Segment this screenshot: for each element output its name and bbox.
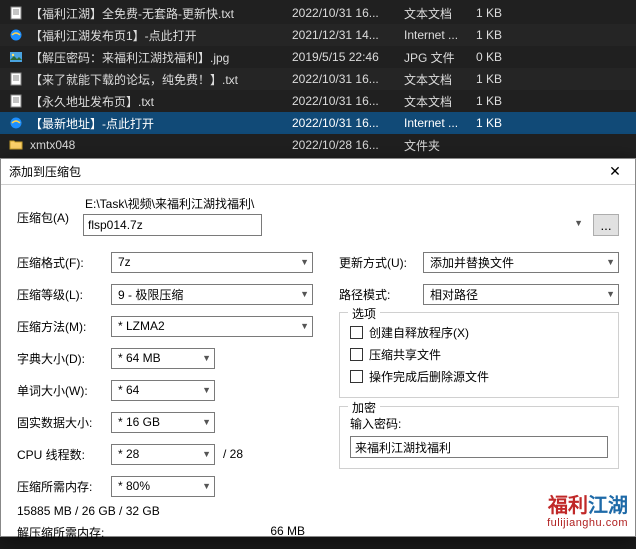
file-row[interactable]: 【福利江湖发布页1】-点此打开2021/12/31 14...Internet … — [0, 24, 636, 46]
encryption-title: 加密 — [348, 399, 380, 416]
level-select[interactable]: 9 - 极限压缩 — [111, 284, 313, 305]
file-name: 【最新地址】-点此打开 — [30, 115, 292, 132]
cpu-select[interactable]: * 28 — [111, 444, 215, 465]
checkbox-icon[interactable] — [350, 348, 363, 361]
file-date: 2022/10/31 16... — [292, 94, 404, 108]
file-list: 【福利江湖】全免费-无套路-更新快.txt2022/10/31 16...文本文… — [0, 0, 636, 158]
solid-label: 固实数据大小: — [17, 414, 111, 431]
file-type: 文本文档 — [404, 71, 476, 88]
txt-icon — [8, 93, 24, 109]
archive-label: 压缩包(A) — [17, 195, 83, 226]
file-date: 2022/10/28 16... — [292, 138, 404, 152]
memneed-select[interactable]: * 80% — [111, 476, 215, 497]
dict-select[interactable]: * 64 MB — [111, 348, 215, 369]
titlebar: 添加到压缩包 ✕ — [1, 159, 635, 185]
pathmode-label: 路径模式: — [339, 286, 423, 303]
memdec-label: 解压缩所需内存: — [17, 524, 104, 541]
file-type: 文本文档 — [404, 93, 476, 110]
file-name: 【永久地址发布页】.txt — [30, 93, 292, 110]
archive-dialog: 添加到压缩包 ✕ 压缩包(A) E:\Task\视频\来福利江湖找福利\ ▼ .… — [0, 158, 636, 537]
file-size: 1 KB — [476, 116, 536, 130]
file-row[interactable]: xmtx0482022/10/28 16...文件夹 — [0, 134, 636, 156]
opt-delete-label: 操作完成后删除源文件 — [369, 368, 489, 385]
watermark: 福利江湖 fulijianghu.com — [547, 495, 628, 529]
file-date: 2019/5/15 22:46 — [292, 50, 404, 64]
file-type: Internet ... — [404, 28, 476, 42]
file-row[interactable]: 【解压密码：来福利江湖找福利】.jpg2019/5/15 22:46JPG 文件… — [0, 46, 636, 68]
file-name: 【来了就能下载的论坛，纯免费！】.txt — [30, 71, 292, 88]
file-row[interactable]: 【福利江湖】全免费-无套路-更新快.txt2022/10/31 16...文本文… — [0, 2, 636, 24]
ie-icon — [8, 115, 24, 131]
options-title: 选项 — [348, 305, 380, 322]
file-name: 【解压密码：来福利江湖找福利】.jpg — [30, 49, 292, 66]
txt-icon — [8, 5, 24, 21]
file-row[interactable]: 【永久地址发布页】.txt2022/10/31 16...文本文档1 KB — [0, 90, 636, 112]
opt-delete-row[interactable]: 操作完成后删除源文件 — [350, 365, 608, 387]
archive-name-input[interactable] — [83, 214, 262, 236]
checkbox-icon[interactable] — [350, 326, 363, 339]
file-row[interactable]: 【来了就能下载的论坛，纯免费！】.txt2022/10/31 16...文本文档… — [0, 68, 636, 90]
encryption-group: 加密 输入密码: — [339, 406, 619, 469]
pathmode-select[interactable]: 相对路径 — [423, 284, 619, 305]
opt-share-label: 压缩共享文件 — [369, 346, 441, 363]
dict-label: 字典大小(D): — [17, 350, 111, 367]
password-input[interactable] — [350, 436, 608, 458]
file-date: 2021/12/31 14... — [292, 28, 404, 42]
format-label: 压缩格式(F): — [17, 254, 111, 271]
txt-icon — [8, 71, 24, 87]
password-label: 输入密码: — [350, 415, 608, 432]
level-label: 压缩等级(L): — [17, 286, 111, 303]
file-name: 【福利江湖】全免费-无套路-更新快.txt — [30, 5, 292, 22]
method-select[interactable]: * LZMA2 — [111, 316, 313, 337]
file-name: 【福利江湖发布页1】-点此打开 — [30, 27, 292, 44]
file-type: Internet ... — [404, 116, 476, 130]
cpu-label: CPU 线程数: — [17, 446, 111, 463]
archive-path-above: E:\Task\视频\来福利江湖找福利\ — [83, 195, 619, 212]
file-size: 0 KB — [476, 50, 536, 64]
file-date: 2022/10/31 16... — [292, 6, 404, 20]
file-date: 2022/10/31 16... — [292, 72, 404, 86]
ie-icon — [8, 27, 24, 43]
file-size: 1 KB — [476, 28, 536, 42]
memneed-value: 15885 MB / 26 GB / 32 GB — [17, 504, 313, 518]
memdec-value: 66 MB — [270, 524, 305, 541]
opt-sfx-label: 创建自释放程序(X) — [369, 324, 469, 341]
file-date: 2022/10/31 16... — [292, 116, 404, 130]
update-label: 更新方式(U): — [339, 254, 423, 271]
file-type: 文件夹 — [404, 137, 476, 154]
dialog-title: 添加到压缩包 — [9, 163, 595, 180]
browse-button[interactable]: ... — [593, 214, 619, 236]
file-size: 1 KB — [476, 6, 536, 20]
method-label: 压缩方法(M): — [17, 318, 111, 335]
file-size: 1 KB — [476, 72, 536, 86]
memneed-label: 压缩所需内存: — [17, 478, 111, 495]
update-select[interactable]: 添加并替换文件 — [423, 252, 619, 273]
img-icon — [8, 49, 24, 65]
file-size: 1 KB — [476, 94, 536, 108]
file-type: JPG 文件 — [404, 49, 476, 66]
opt-share-row[interactable]: 压缩共享文件 — [350, 343, 608, 365]
word-select[interactable]: * 64 — [111, 380, 215, 401]
word-label: 单词大小(W): — [17, 382, 111, 399]
file-name: xmtx048 — [30, 138, 292, 152]
file-type: 文本文档 — [404, 5, 476, 22]
checkbox-icon[interactable] — [350, 370, 363, 383]
file-row[interactable]: 【最新地址】-点此打开2022/10/31 16...Internet ...1… — [0, 112, 636, 134]
close-button[interactable]: ✕ — [595, 159, 635, 185]
options-group: 选项 创建自释放程序(X) 压缩共享文件 操作完成后删除源文件 — [339, 312, 619, 398]
opt-sfx-row[interactable]: 创建自释放程序(X) — [350, 321, 608, 343]
solid-select[interactable]: * 16 GB — [111, 412, 215, 433]
cpu-total: / 28 — [223, 447, 243, 461]
format-select[interactable]: 7z — [111, 252, 313, 273]
folder-icon — [8, 137, 24, 153]
chevron-down-icon: ▼ — [574, 218, 583, 228]
